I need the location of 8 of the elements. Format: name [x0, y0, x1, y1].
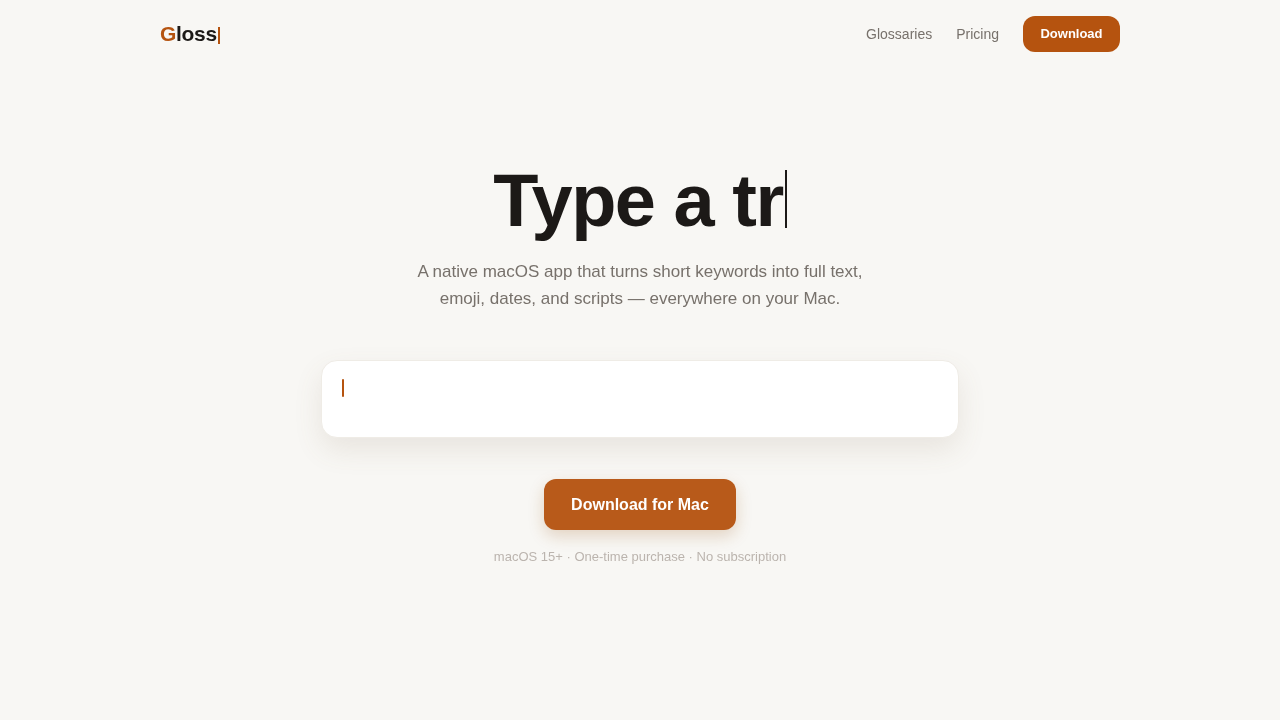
logo-text[interactable]: Gloss — [160, 18, 217, 50]
download-button[interactable]: Download — [1023, 16, 1120, 52]
nav-link[interactable]: Pricing — [956, 23, 999, 45]
text-input-field[interactable] — [321, 360, 959, 438]
nav-link[interactable]: Glossaries — [866, 23, 933, 45]
subtitle: A native macOS app that turns short keywords into full text, emoji, dates, and scripts — everywhere on your Mac. — [416, 261, 864, 310]
requirements-note: macOS 15+ · One-time purchase · No subscription — [493, 548, 787, 566]
download-for-mac-button[interactable]: Download for Mac — [544, 479, 736, 530]
